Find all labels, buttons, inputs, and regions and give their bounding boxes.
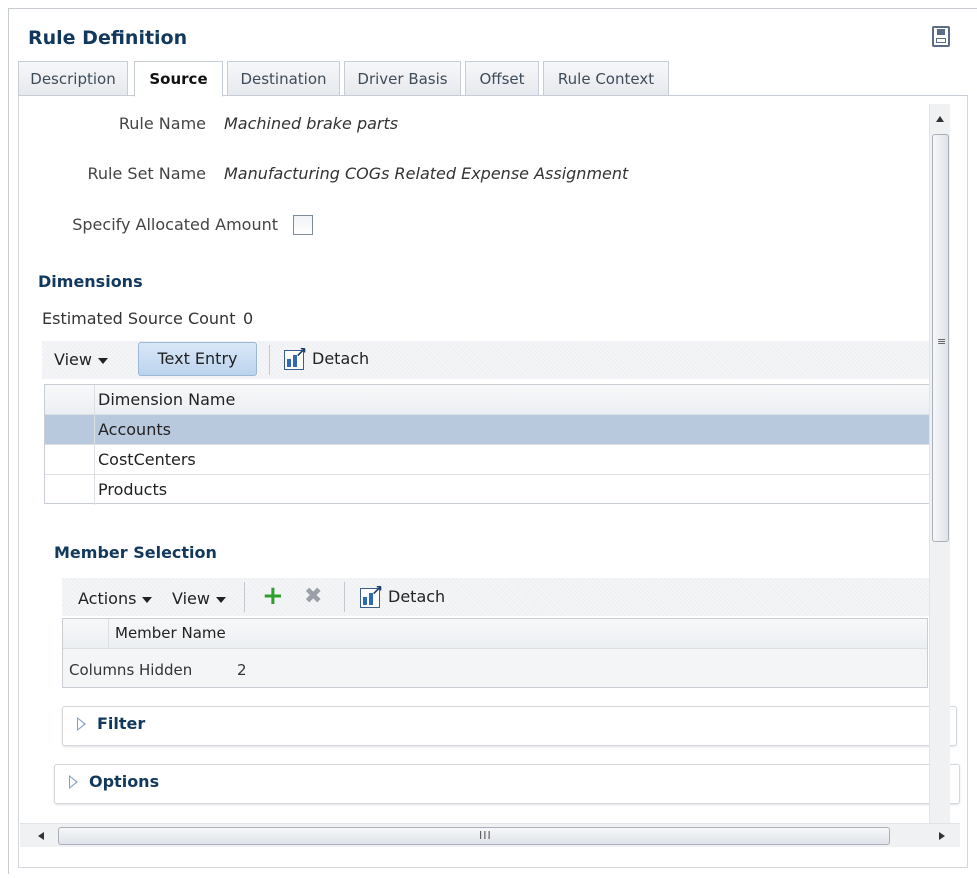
horizontal-scrollbar-thumb[interactable]: III bbox=[58, 827, 890, 845]
save-icon[interactable] bbox=[932, 26, 950, 47]
scroll-up-arrow-icon[interactable] bbox=[936, 116, 944, 122]
disclosure-triangle-icon bbox=[77, 717, 86, 731]
view-menu-label: View bbox=[172, 589, 210, 608]
estimated-source-count-value: 0 bbox=[243, 309, 254, 328]
dimension-name-column-header[interactable]: Dimension Name bbox=[98, 385, 235, 415]
estimated-source-count-label: Estimated Source Count bbox=[42, 309, 236, 328]
dimensions-table: Dimension Name Accounts CostCenters Prod… bbox=[44, 384, 930, 505]
horizontal-scrollbar[interactable]: III bbox=[20, 823, 960, 847]
dimensions-view-menu[interactable]: View bbox=[54, 350, 108, 369]
actions-menu[interactable]: Actions bbox=[78, 589, 153, 608]
delete-icon[interactable]: ✖ bbox=[304, 584, 322, 610]
page-title: Rule Definition bbox=[28, 27, 188, 49]
detach-icon[interactable]: ↗ bbox=[360, 583, 383, 608]
rule-name-label: Rule Name bbox=[118, 114, 206, 133]
member-view-menu[interactable]: View bbox=[172, 589, 226, 608]
chevron-down-icon bbox=[97, 357, 108, 364]
rule-name-value: Machined brake parts bbox=[224, 114, 399, 133]
tab-rule-context[interactable]: Rule Context bbox=[543, 61, 669, 96]
chevron-down-icon bbox=[215, 596, 226, 603]
table-header-row: Dimension Name bbox=[45, 385, 929, 415]
rule-set-name-label: Rule Set Name bbox=[87, 164, 206, 183]
tab-destination[interactable]: Destination bbox=[227, 61, 340, 96]
filter-section-label: Filter bbox=[97, 714, 146, 733]
tab-offset[interactable]: Offset bbox=[465, 61, 539, 96]
tab-bar: Description Source Destination Driver Ba… bbox=[18, 61, 968, 97]
member-selection-heading: Member Selection bbox=[54, 543, 217, 562]
text-entry-button[interactable]: Text Entry bbox=[138, 342, 257, 376]
table-row[interactable]: CostCenters bbox=[45, 445, 929, 475]
member-table: Member Name Columns Hidden 2 bbox=[62, 618, 928, 688]
vertical-scrollbar-thumb[interactable]: ≡ bbox=[932, 134, 949, 542]
filter-section[interactable]: Filter bbox=[62, 706, 957, 746]
table-row[interactable]: Accounts bbox=[45, 415, 929, 445]
table-row[interactable]: Products bbox=[45, 475, 929, 505]
dimension-cell: Products bbox=[98, 480, 168, 499]
tab-driver-basis[interactable]: Driver Basis bbox=[344, 61, 461, 96]
actions-menu-label: Actions bbox=[78, 589, 137, 608]
table-header-row: Member Name bbox=[63, 619, 927, 649]
rule-set-name-value: Manufacturing COGs Related Expense Assig… bbox=[224, 164, 629, 183]
vertical-scrollbar[interactable]: ≡ bbox=[929, 104, 950, 828]
toolbar-separator bbox=[269, 345, 270, 375]
chevron-down-icon bbox=[142, 596, 153, 603]
toolbar-separator bbox=[244, 582, 245, 612]
dimensions-heading: Dimensions bbox=[38, 272, 143, 291]
member-detach-button[interactable]: Detach bbox=[388, 587, 445, 606]
columns-hidden-value: 2 bbox=[237, 661, 247, 679]
scroll-right-arrow-icon[interactable] bbox=[939, 832, 945, 840]
tab-source[interactable]: Source bbox=[134, 61, 223, 97]
columns-hidden-label: Columns Hidden bbox=[69, 661, 193, 679]
dimension-cell: Accounts bbox=[98, 420, 171, 439]
add-icon[interactable]: + bbox=[262, 581, 284, 611]
detach-icon[interactable]: ↗ bbox=[284, 345, 307, 370]
dimensions-detach-button[interactable]: Detach bbox=[312, 349, 369, 368]
options-section-label: Options bbox=[89, 772, 160, 791]
specify-allocated-amount-checkbox[interactable] bbox=[293, 215, 313, 235]
disclosure-triangle-icon bbox=[69, 775, 78, 789]
scroll-left-arrow-icon[interactable] bbox=[38, 832, 44, 840]
specify-allocated-amount-label: Specify Allocated Amount bbox=[72, 215, 278, 234]
dimension-cell: CostCenters bbox=[98, 450, 196, 469]
options-section[interactable]: Options bbox=[54, 764, 960, 804]
tab-description[interactable]: Description bbox=[18, 61, 128, 96]
view-menu-label: View bbox=[54, 350, 92, 369]
toolbar-separator bbox=[344, 582, 345, 612]
member-name-column-header[interactable]: Member Name bbox=[115, 619, 226, 649]
